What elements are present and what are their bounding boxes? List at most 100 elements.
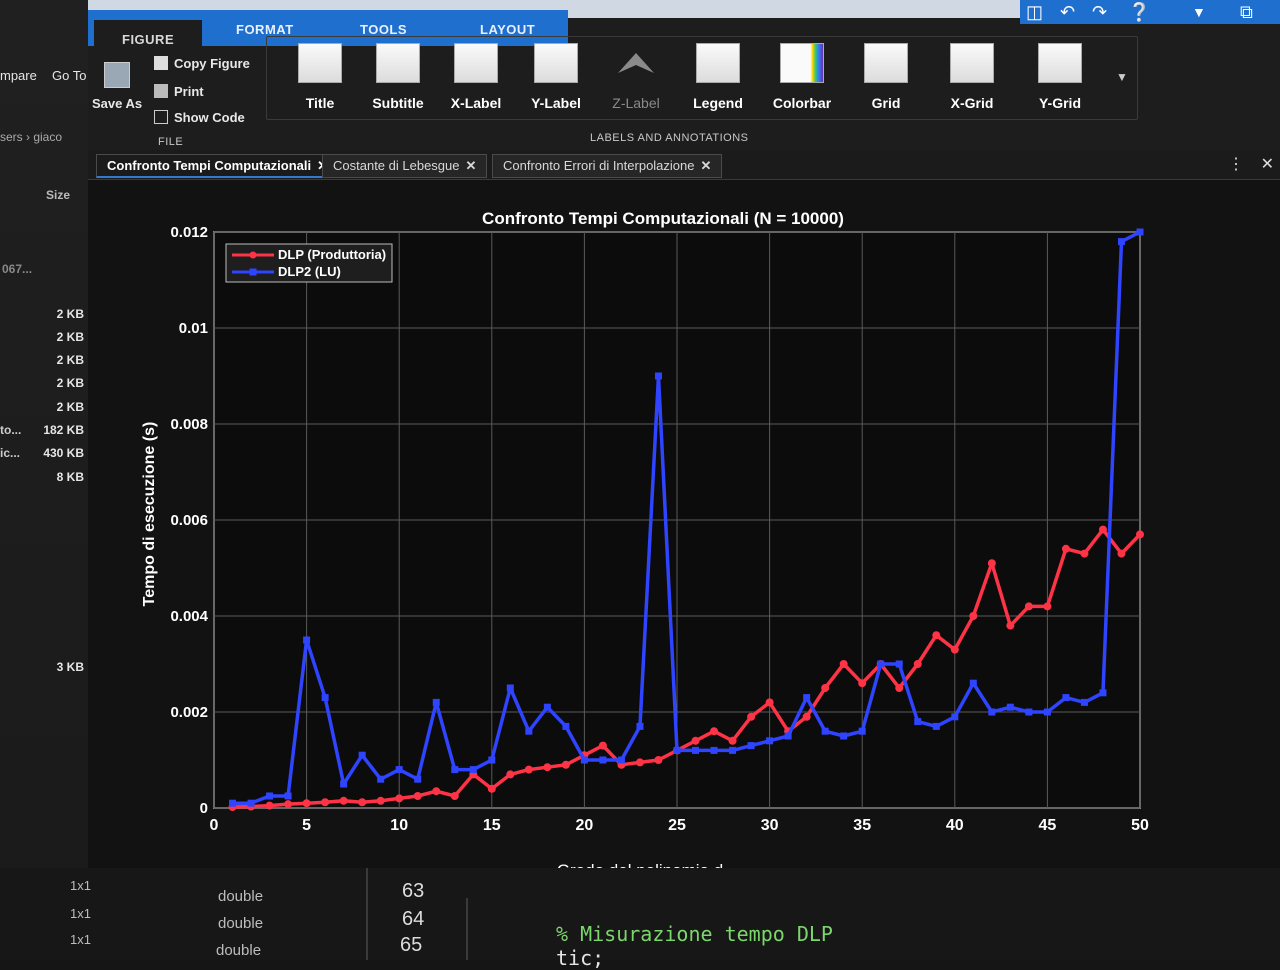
- data-point-dlp: [913, 660, 922, 668]
- xlabel-icon: [454, 43, 498, 83]
- workspace-class: double: [218, 915, 264, 932]
- code-comment[interactable]: % Misurazione tempo DLP: [556, 922, 833, 946]
- x-tick-label: 5: [302, 817, 311, 834]
- data-point-dlp: [376, 796, 385, 805]
- more-options-icon[interactable]: ⋮: [1228, 154, 1244, 174]
- data-point-dlp2: [599, 756, 607, 764]
- save-icon[interactable]: ◫: [1026, 2, 1043, 23]
- ylabel-button[interactable]: Y-Label: [521, 43, 591, 111]
- file-size: 3 KB: [56, 660, 84, 674]
- data-point-dlp: [1136, 530, 1144, 539]
- data-point-dlp: [413, 792, 422, 800]
- zlabel-button[interactable]: Z-Label: [601, 43, 671, 111]
- data-point-dlp: [1117, 549, 1126, 558]
- data-point-dlp2: [247, 799, 255, 807]
- workspace-command-area: 1x1 double 63 1x1 double 64 1x1 double 6…: [0, 868, 1280, 970]
- redo-icon[interactable]: ↷: [1092, 2, 1107, 23]
- data-point-dlp2: [617, 756, 625, 764]
- chevron-down-icon[interactable]: ▼: [1192, 4, 1206, 20]
- show-code-button[interactable]: Show Code: [154, 110, 245, 125]
- data-point-dlp2: [636, 722, 644, 730]
- tab-tools[interactable]: TOOLS: [360, 22, 407, 37]
- file-name[interactable]: to...: [0, 423, 21, 437]
- data-point-dlp2: [1006, 703, 1014, 711]
- x-tick-label: 40: [946, 817, 964, 834]
- zlabel-icon: [614, 43, 658, 83]
- data-point-dlp: [1006, 621, 1015, 630]
- legend[interactable]: DLP (Produttoria) DLP2 (LU): [225, 243, 393, 283]
- code-line[interactable]: tic;: [556, 946, 604, 970]
- legend-button[interactable]: Legend: [683, 43, 753, 111]
- x-tick-label: 25: [668, 817, 686, 834]
- file-name[interactable]: 067...: [2, 262, 32, 276]
- tab-costante-lebesgue[interactable]: Costante di Lebesgue ✕: [322, 154, 488, 178]
- file-size: 2 KB: [56, 400, 84, 414]
- workspace-class: double: [216, 942, 262, 959]
- workspace-size: 1x1: [70, 932, 91, 947]
- data-point-dlp2: [729, 746, 737, 754]
- workspace-class: double: [218, 888, 264, 905]
- data-point-dlp2: [488, 756, 496, 764]
- size-column-header[interactable]: Size: [46, 188, 70, 202]
- data-point-dlp2: [1117, 238, 1125, 246]
- title-button[interactable]: Title: [285, 43, 355, 111]
- data-point-dlp2: [803, 694, 811, 702]
- data-point-dlp2: [562, 722, 570, 730]
- subtitle-button[interactable]: Subtitle: [363, 43, 433, 111]
- ygrid-button[interactable]: Y-Grid: [1025, 43, 1095, 111]
- xlabel-button[interactable]: X-Label: [441, 43, 511, 111]
- data-point-dlp2: [451, 766, 459, 774]
- legend-icon: [696, 43, 740, 83]
- close-icon[interactable]: ✕: [1261, 154, 1274, 174]
- close-icon[interactable]: ✕: [465, 158, 476, 173]
- data-point-dlp2: [654, 372, 662, 380]
- y-tick-label: 0.006: [170, 512, 208, 529]
- file-size: 2 KB: [56, 330, 84, 344]
- data-point-dlp2: [321, 694, 329, 702]
- x-tick-label: 45: [1039, 817, 1057, 834]
- data-point-dlp: [691, 736, 700, 745]
- copy-figure-button[interactable]: Copy Figure: [154, 56, 250, 71]
- workspace-size: 1x1: [70, 878, 91, 893]
- data-point-dlp: [895, 684, 904, 692]
- toolstrip-ribbon: FIGURE FORMAT TOOLS LAYOUT ◫ ↶ ↷ ❔ ▼ ⧉ S…: [88, 0, 1280, 150]
- breadcrumb[interactable]: sers › giaco: [0, 130, 62, 144]
- xgrid-button[interactable]: X-Grid: [937, 43, 1007, 111]
- help-icon[interactable]: ❔: [1128, 2, 1150, 23]
- data-point-dlp2: [303, 636, 311, 644]
- close-icon[interactable]: ✕: [701, 158, 712, 173]
- data-point-dlp: [765, 698, 774, 707]
- data-point-dlp: [302, 799, 311, 808]
- data-point-dlp2: [543, 703, 551, 711]
- data-point-dlp2: [432, 698, 440, 706]
- undo-icon[interactable]: ↶: [1060, 2, 1075, 23]
- window-icon[interactable]: ⧉: [1240, 2, 1253, 23]
- file-name[interactable]: ic...: [0, 446, 20, 460]
- line-chart[interactable]: 0 5 10 15 20 25 30 35 40 45 50 0 0.002 0.004 0.006 0.00…: [88, 180, 1280, 880]
- colorbar-button[interactable]: Colorbar: [767, 43, 837, 111]
- print-button[interactable]: Print: [154, 84, 204, 99]
- data-point-dlp: [950, 645, 959, 654]
- compare-button[interactable]: mpare: [0, 68, 37, 83]
- tab-format[interactable]: FORMAT: [236, 22, 294, 37]
- tab-confronto-errori[interactable]: Confronto Errori di Interpolazione ✕: [492, 154, 723, 178]
- tab-confronto-tempi[interactable]: Confronto Tempi Computazionali✕: [96, 154, 340, 178]
- data-point-dlp: [1098, 525, 1107, 534]
- save-as-icon: [104, 62, 130, 88]
- file-size: 2 KB: [56, 353, 84, 367]
- data-point-dlp2: [1043, 708, 1051, 716]
- data-point-dlp2: [525, 727, 533, 735]
- data-point-dlp2: [821, 727, 829, 735]
- tab-layout[interactable]: LAYOUT: [480, 22, 535, 37]
- goto-button[interactable]: Go To: [52, 68, 86, 83]
- x-tick-label: 0: [210, 817, 219, 834]
- file-size: 2 KB: [56, 307, 84, 321]
- legend-entry-dlp: DLP (Produttoria): [278, 247, 386, 262]
- grid-button[interactable]: Grid: [851, 43, 921, 111]
- data-point-dlp: [321, 798, 330, 807]
- save-as-button[interactable]: Save As: [92, 96, 142, 111]
- x-tick-label: 30: [761, 817, 779, 834]
- colorbar-icon: [780, 43, 824, 83]
- gallery-expand-icon[interactable]: ▼: [1116, 70, 1128, 84]
- data-point-dlp2: [988, 708, 996, 716]
